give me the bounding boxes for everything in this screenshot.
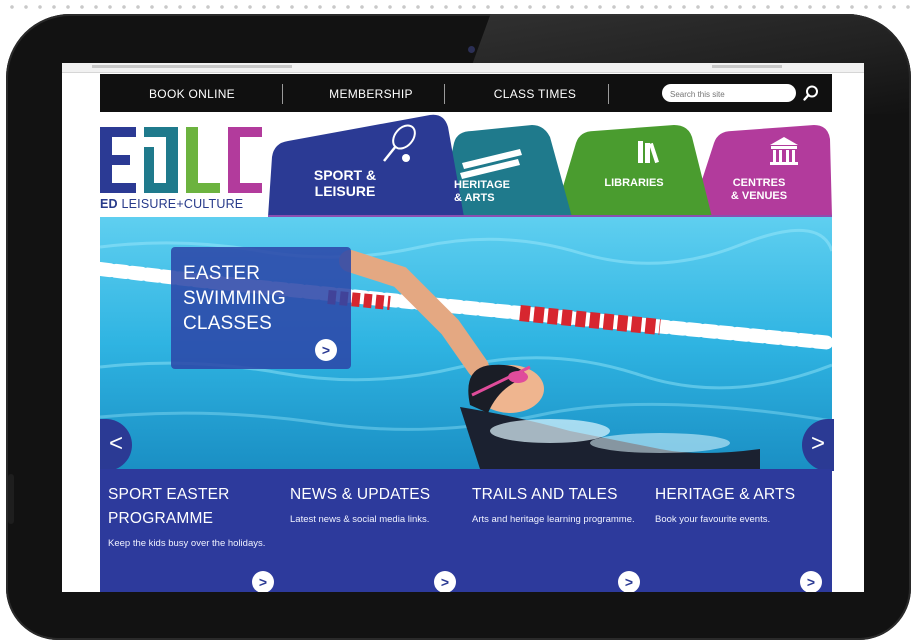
feature-trails-tales[interactable]: TRAILS AND TALES Arts and heritage learn…	[472, 483, 640, 529]
feature-desc: Latest news & social media links.	[290, 514, 430, 525]
search-input[interactable]	[662, 85, 798, 104]
browser-url-bar	[62, 63, 864, 73]
nav-membership[interactable]: MEMBERSHIP	[296, 74, 446, 112]
camera-icon	[468, 46, 475, 53]
promo-easter-swimming[interactable]: EASTER SWIMMING CLASSES >	[171, 247, 351, 369]
feature-desc: Book your favourite events.	[655, 514, 771, 525]
nav-book-online[interactable]: BOOK ONLINE	[122, 74, 262, 112]
feature-news-updates[interactable]: NEWS & UPDATES Latest news & social medi…	[290, 483, 458, 529]
feature-desc: Arts and heritage learning programme.	[472, 514, 635, 525]
tab-label-line: LIBRARIES	[604, 177, 664, 189]
feature-desc: Keep the kids busy over the holidays.	[108, 538, 266, 549]
feature-sport-easter-button[interactable]: >	[252, 571, 274, 592]
feature-title: SPORT EASTER PROGRAMME	[108, 486, 230, 527]
feature-title: TRAILS AND TALES	[472, 486, 618, 503]
tab-centres-venues[interactable]	[690, 125, 832, 217]
feature-heritage-arts-button[interactable]: >	[800, 571, 822, 592]
search-box	[662, 84, 798, 104]
tab-label-line: LEISURE	[314, 183, 376, 200]
side-button	[8, 474, 14, 524]
tab-heritage-arts-label: HERITAGE & ARTS	[454, 179, 534, 204]
tab-label-line: SPORT &	[313, 167, 377, 183]
tab-label-line: & VENUES	[730, 189, 788, 202]
promo-go-button[interactable]: >	[315, 339, 337, 361]
feature-trails-tales-button[interactable]: >	[618, 571, 640, 592]
tab-label-line: HERITAGE	[454, 179, 511, 191]
nav-divider	[444, 84, 445, 104]
tab-sport-leisure-label: SPORT & LEISURE	[310, 167, 380, 199]
background-dot-pattern	[0, 0, 915, 14]
tablet-screen: BOOK ONLINE MEMBERSHIP CLASS TIMES Searc…	[62, 63, 864, 592]
promo-title: EASTER SWIMMING CLASSES	[183, 263, 286, 334]
nav-divider	[608, 84, 609, 104]
tab-libraries-label: LIBRARIES	[594, 177, 674, 190]
feature-heritage-arts[interactable]: HERITAGE & ARTS Book your favourite even…	[655, 483, 827, 529]
feature-title: HERITAGE & ARTS	[655, 486, 796, 503]
feature-news-updates-button[interactable]: >	[434, 571, 456, 592]
nav-divider	[282, 84, 283, 104]
tab-libraries[interactable]	[554, 125, 712, 217]
feature-sport-easter[interactable]: SPORT EASTER PROGRAMME Keep the kids bus…	[108, 483, 278, 553]
tab-centres-venues-label: CENTRES & VENUES	[714, 177, 804, 202]
top-navigation: BOOK ONLINE MEMBERSHIP CLASS TIMES	[100, 74, 832, 112]
tab-label-line: & ARTS	[454, 191, 495, 204]
tab-label-line: CENTRES	[732, 177, 786, 189]
nav-class-times[interactable]: CLASS TIMES	[460, 74, 610, 112]
feature-title: NEWS & UPDATES	[290, 486, 431, 503]
search-icon[interactable]	[802, 84, 820, 102]
feature-panel: SPORT EASTER PROGRAMME Keep the kids bus…	[100, 469, 832, 592]
tab-sport-leisure[interactable]	[268, 114, 464, 217]
